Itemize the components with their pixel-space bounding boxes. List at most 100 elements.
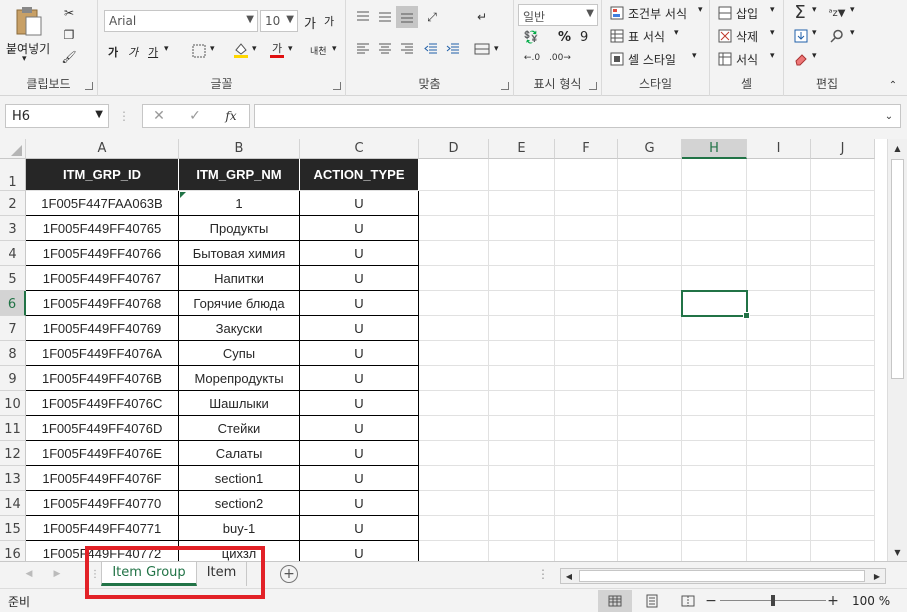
column-header-c[interactable]: C: [300, 139, 419, 159]
sort-filter-icon[interactable]: ᵃz▼: [826, 4, 848, 22]
clipboard-launcher-icon[interactable]: [85, 82, 93, 90]
empty-cell[interactable]: [811, 191, 875, 216]
horizontal-scroll-thumb[interactable]: [579, 570, 865, 582]
table-cell[interactable]: Продукты: [179, 216, 300, 241]
empty-cell[interactable]: [747, 516, 811, 541]
empty-cell[interactable]: [489, 541, 555, 561]
chevron-down-icon[interactable]: ▾: [692, 51, 697, 61]
empty-cell[interactable]: [618, 516, 682, 541]
empty-cell[interactable]: [682, 416, 747, 441]
empty-cell[interactable]: [682, 316, 747, 341]
table-cell[interactable]: 1F005F449FF4076D: [26, 416, 179, 441]
empty-cell[interactable]: [489, 341, 555, 366]
empty-cell[interactable]: [419, 316, 489, 341]
cancel-icon[interactable]: ✕: [149, 107, 169, 125]
empty-cell[interactable]: [489, 416, 555, 441]
add-sheet-icon[interactable]: +: [280, 565, 298, 583]
select-all-corner[interactable]: [0, 139, 26, 159]
enter-icon[interactable]: ✓: [185, 107, 205, 125]
paste-dropdown-icon[interactable]: ▾: [22, 54, 27, 64]
empty-cell[interactable]: [811, 416, 875, 441]
format-cells-label[interactable]: 서식: [736, 51, 758, 68]
border-icon[interactable]: [190, 42, 208, 60]
conditional-format-icon[interactable]: [608, 4, 626, 22]
empty-cell[interactable]: [682, 216, 747, 241]
table-cell[interactable]: Салаты: [179, 441, 300, 466]
expand-formula-icon[interactable]: ⌄: [882, 109, 896, 123]
empty-cell[interactable]: [489, 159, 555, 191]
column-header-h[interactable]: H: [682, 139, 747, 159]
empty-cell[interactable]: [618, 366, 682, 391]
empty-cell[interactable]: [747, 366, 811, 391]
row-header-2[interactable]: 2: [0, 191, 26, 216]
row-header-5[interactable]: 5: [0, 266, 26, 291]
prev-sheet-icon[interactable]: ◀: [22, 566, 36, 582]
empty-cell[interactable]: [618, 159, 682, 191]
fill-down-icon[interactable]: [792, 27, 810, 45]
table-cell[interactable]: U: [300, 266, 419, 291]
empty-cell[interactable]: [419, 341, 489, 366]
font-launcher-icon[interactable]: [333, 82, 341, 90]
empty-cell[interactable]: [419, 159, 489, 191]
empty-cell[interactable]: [489, 516, 555, 541]
table-cell[interactable]: 1F005F449FF40770: [26, 491, 179, 516]
phonetic-button[interactable]: 내천: [310, 44, 327, 57]
table-cell[interactable]: 1: [179, 191, 300, 216]
table-cell[interactable]: U: [300, 416, 419, 441]
empty-cell[interactable]: [618, 416, 682, 441]
name-box[interactable]: H6 ▼: [5, 104, 109, 128]
chevron-down-icon[interactable]: ▾: [332, 44, 337, 54]
table-cell[interactable]: 1F005F449FF40769: [26, 316, 179, 341]
empty-cell[interactable]: [811, 241, 875, 266]
align-left-icon[interactable]: [354, 40, 372, 58]
table-cell[interactable]: U: [300, 391, 419, 416]
empty-cell[interactable]: [489, 241, 555, 266]
empty-cell[interactable]: [489, 491, 555, 516]
empty-cell[interactable]: [489, 316, 555, 341]
splitter-icon[interactable]: ⋮: [537, 566, 549, 582]
empty-cell[interactable]: [618, 391, 682, 416]
empty-cell[interactable]: [555, 341, 618, 366]
empty-cell[interactable]: [555, 391, 618, 416]
empty-cell[interactable]: [419, 416, 489, 441]
table-cell[interactable]: 1F005F449FF40766: [26, 241, 179, 266]
empty-cell[interactable]: [555, 416, 618, 441]
empty-cell[interactable]: [489, 466, 555, 491]
scroll-up-icon[interactable]: ▲: [891, 141, 904, 155]
table-cell[interactable]: U: [300, 491, 419, 516]
table-cell[interactable]: U: [300, 316, 419, 341]
empty-cell[interactable]: [811, 316, 875, 341]
align-right-icon[interactable]: [398, 40, 416, 58]
zoom-slider-thumb[interactable]: [771, 595, 775, 606]
insert-cells-icon[interactable]: [716, 4, 734, 22]
table-cell[interactable]: U: [300, 241, 419, 266]
empty-cell[interactable]: [682, 541, 747, 561]
empty-cell[interactable]: [747, 191, 811, 216]
shrink-font-button[interactable]: 가: [324, 13, 334, 29]
table-cell[interactable]: Горячие блюда: [179, 291, 300, 316]
cell-styles-label[interactable]: 셀 스타일: [628, 51, 676, 68]
empty-cell[interactable]: [555, 241, 618, 266]
row-header-11[interactable]: 11: [0, 416, 26, 441]
table-header-cell[interactable]: ACTION_TYPE: [300, 159, 419, 191]
empty-cell[interactable]: [618, 341, 682, 366]
empty-cell[interactable]: [811, 266, 875, 291]
vertical-scrollbar[interactable]: ▲ ▼: [887, 139, 907, 561]
drag-handle-icon[interactable]: ⋮: [118, 107, 130, 125]
empty-cell[interactable]: [555, 366, 618, 391]
empty-cell[interactable]: [555, 159, 618, 191]
row-header-3[interactable]: 3: [0, 216, 26, 241]
table-cell[interactable]: Закуски: [179, 316, 300, 341]
fx-icon[interactable]: fx: [221, 107, 241, 125]
increase-decimal-icon[interactable]: ←.0: [520, 50, 544, 66]
cut-icon[interactable]: ✂: [60, 4, 78, 22]
fill-color-icon[interactable]: [232, 40, 250, 60]
row-header-4[interactable]: 4: [0, 241, 26, 266]
empty-cell[interactable]: [618, 491, 682, 516]
align-middle-icon[interactable]: [376, 8, 394, 26]
chevron-down-icon[interactable]: ▾: [164, 44, 169, 54]
empty-cell[interactable]: [682, 241, 747, 266]
increase-indent-icon[interactable]: [444, 40, 462, 58]
zoom-in-icon[interactable]: +: [826, 592, 840, 610]
number-format-combo[interactable]: 일반 ▼: [518, 4, 598, 26]
